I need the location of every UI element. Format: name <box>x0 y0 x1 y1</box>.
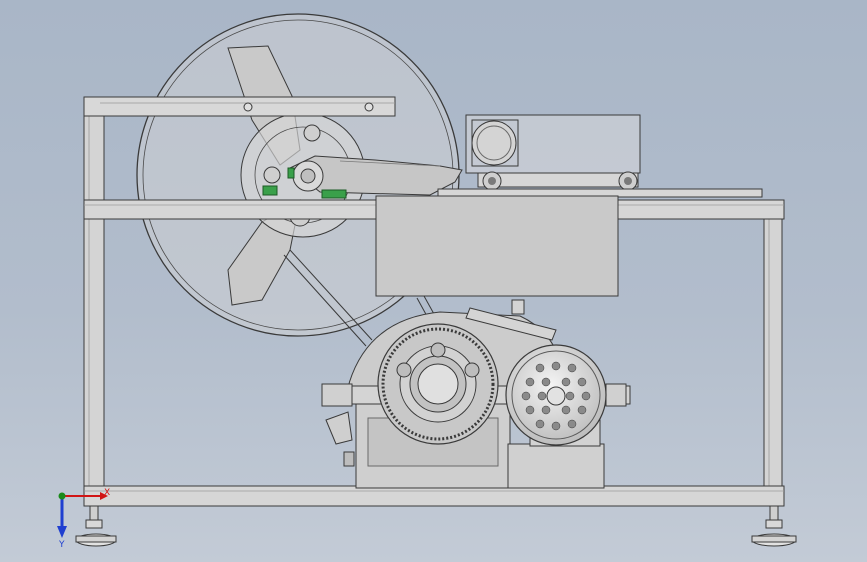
triad-x-label: X <box>104 488 110 498</box>
leveling-foot-right <box>751 505 797 547</box>
machine-drawing: X Y <box>57 13 797 550</box>
leveling-foot-left <box>75 505 117 547</box>
hopper-box <box>375 195 619 297</box>
electric-motor <box>505 344 607 447</box>
triad-y-label: Y <box>58 540 65 550</box>
cad-viewport[interactable]: X Y <box>0 0 867 562</box>
conveyor-unit <box>437 114 763 198</box>
